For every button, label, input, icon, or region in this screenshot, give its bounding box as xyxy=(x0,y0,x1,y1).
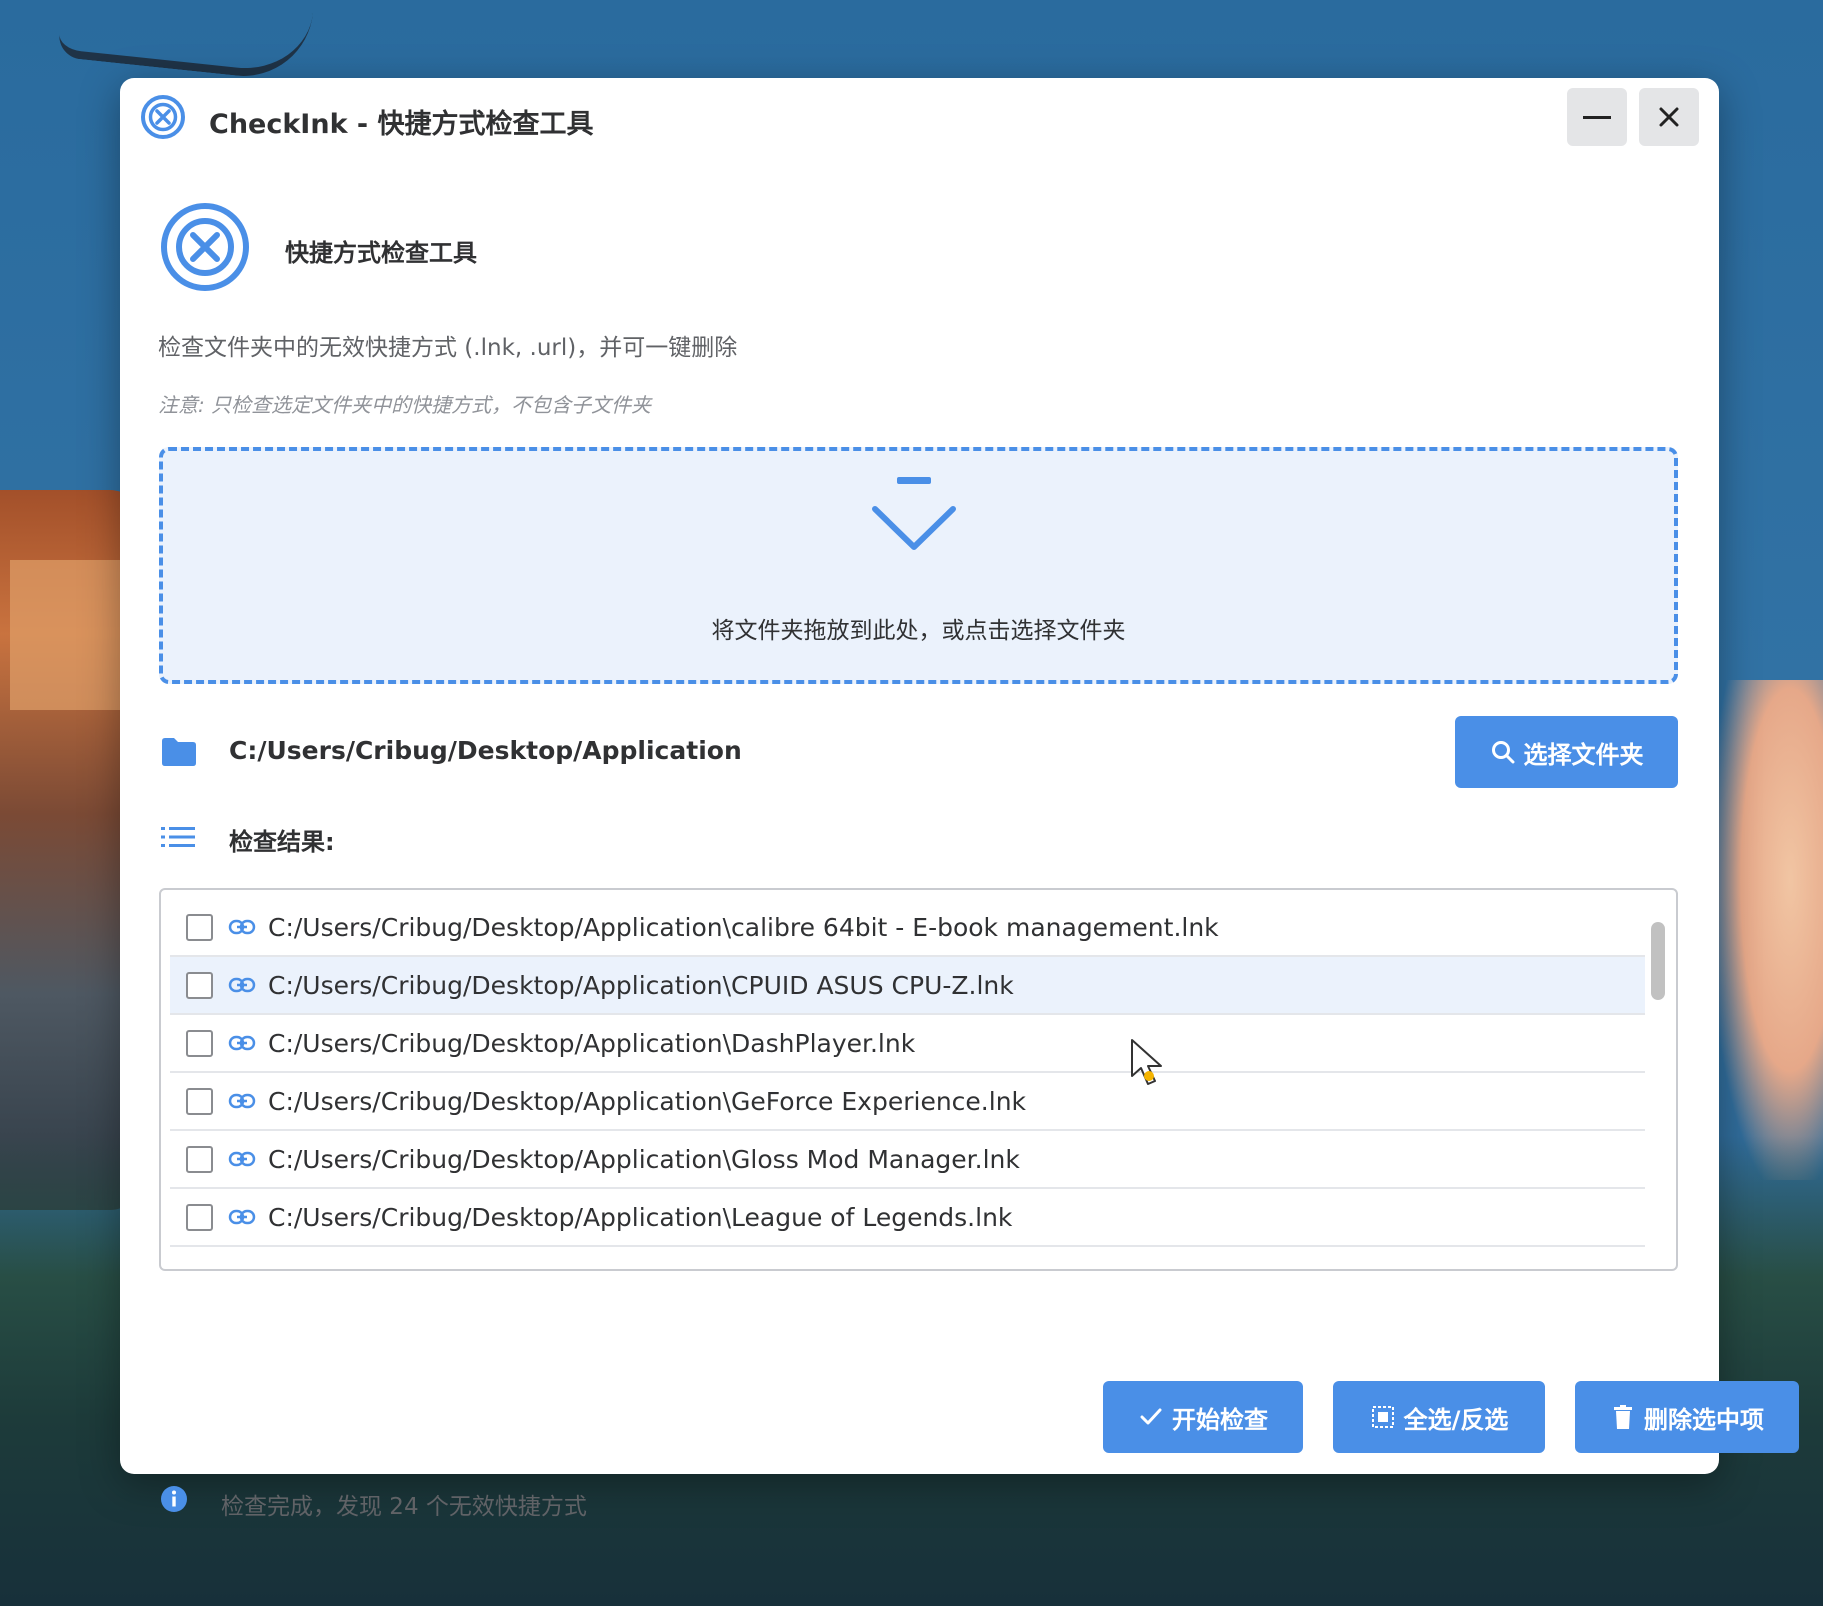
delete-selected-label: 删除选中项 xyxy=(1644,1405,1764,1434)
select-all-icon xyxy=(1371,1406,1394,1428)
result-row[interactable]: C:/Users/Cribug/Desktop/Application\Leag… xyxy=(170,1189,1645,1247)
row-checkbox[interactable] xyxy=(186,913,213,941)
row-checkbox[interactable] xyxy=(186,1087,213,1115)
delete-selected-button[interactable]: 删除选中项 xyxy=(1575,1381,1799,1453)
row-checkbox[interactable] xyxy=(186,1145,213,1173)
row-path: C:/Users/Cribug/Desktop/Application\Dash… xyxy=(268,1028,916,1058)
folder-dropzone[interactable]: 将文件夹拖放到此处，或点击选择文件夹 xyxy=(159,447,1678,684)
select-all-label: 全选/反选 xyxy=(1403,1405,1509,1434)
results-list: C:/Users/Cribug/Desktop/Application\cali… xyxy=(170,899,1645,1247)
link-icon xyxy=(228,1209,256,1225)
info-icon xyxy=(161,1486,187,1512)
link-icon xyxy=(228,977,256,993)
row-path: C:/Users/Cribug/Desktop/Application\GeFo… xyxy=(268,1086,1027,1116)
result-row[interactable]: C:/Users/Cribug/Desktop/Application\cali… xyxy=(170,899,1645,957)
window-title: CheckInk - 快捷方式检查工具 xyxy=(209,109,594,140)
row-path: C:/Users/Cribug/Desktop/Application\cali… xyxy=(268,912,1219,942)
select-folder-label: 选择文件夹 xyxy=(1523,740,1644,769)
row-checkbox[interactable] xyxy=(186,971,213,999)
header-logo-icon xyxy=(161,203,249,291)
result-row[interactable]: C:/Users/Cribug/Desktop/Application\CPUI… xyxy=(170,957,1645,1015)
row-checkbox[interactable] xyxy=(186,1029,213,1057)
trash-icon xyxy=(1614,1405,1632,1429)
status-text: 检查完成，发现 24 个无效快捷方式 xyxy=(221,1494,587,1520)
close-button[interactable] xyxy=(1639,88,1699,146)
link-icon xyxy=(228,1151,256,1167)
app-note: 注意: 只检查选定文件夹中的快捷方式，不包含子文件夹 xyxy=(158,393,652,417)
list-icon xyxy=(161,827,195,847)
start-check-button[interactable]: 开始检查 xyxy=(1103,1381,1303,1453)
app-description: 检查文件夹中的无效快捷方式 (.lnk, .url)，并可一键删除 xyxy=(158,335,738,361)
link-icon xyxy=(228,1035,256,1051)
close-icon xyxy=(1659,107,1679,127)
result-row[interactable]: C:/Users/Cribug/Desktop/Application\Dash… xyxy=(170,1015,1645,1073)
app-window: CheckInk - 快捷方式检查工具 快捷方式检查工具 检查文件夹中的无效快捷… xyxy=(120,78,1799,1520)
row-path: C:/Users/Cribug/Desktop/Application\Glos… xyxy=(268,1144,1020,1174)
result-row[interactable]: C:/Users/Cribug/Desktop/Application\GeFo… xyxy=(170,1073,1645,1131)
minimize-icon xyxy=(1583,115,1611,119)
app-name: 快捷方式检查工具 xyxy=(285,239,477,267)
check-icon xyxy=(1140,1408,1162,1425)
title-bar[interactable]: CheckInk - 快捷方式检查工具 xyxy=(120,78,1719,160)
row-path: C:/Users/Cribug/Desktop/Application\Leag… xyxy=(268,1202,1013,1232)
minimize-button[interactable] xyxy=(1567,88,1627,146)
results-scrollbar[interactable] xyxy=(1651,922,1665,1000)
select-all-button[interactable]: 全选/反选 xyxy=(1333,1381,1545,1453)
link-icon xyxy=(228,919,256,935)
results-label: 检查结果: xyxy=(229,828,335,856)
app-logo-icon xyxy=(141,95,185,139)
results-list-box[interactable]: C:/Users/Cribug/Desktop/Application\cali… xyxy=(159,888,1678,1271)
row-path: C:/Users/Cribug/Desktop/Application\CPUI… xyxy=(268,970,1014,1000)
wallpaper-cloud xyxy=(1713,680,1823,1180)
drop-arrow-icon xyxy=(872,477,956,550)
folder-icon xyxy=(162,738,196,766)
mouse-cursor-icon xyxy=(1131,1039,1162,1085)
start-check-label: 开始检查 xyxy=(1172,1405,1268,1434)
dropzone-text: 将文件夹拖放到此处，或点击选择文件夹 xyxy=(711,618,1126,644)
link-icon xyxy=(228,1093,256,1109)
selected-folder-path: C:/Users/Cribug/Desktop/Application xyxy=(229,736,742,765)
wallpaper-bus-window xyxy=(10,560,120,710)
result-row[interactable]: C:/Users/Cribug/Desktop/Application\Glos… xyxy=(170,1131,1645,1189)
select-folder-button[interactable]: 选择文件夹 xyxy=(1455,716,1678,788)
row-checkbox[interactable] xyxy=(186,1203,213,1231)
search-icon xyxy=(1491,741,1514,764)
